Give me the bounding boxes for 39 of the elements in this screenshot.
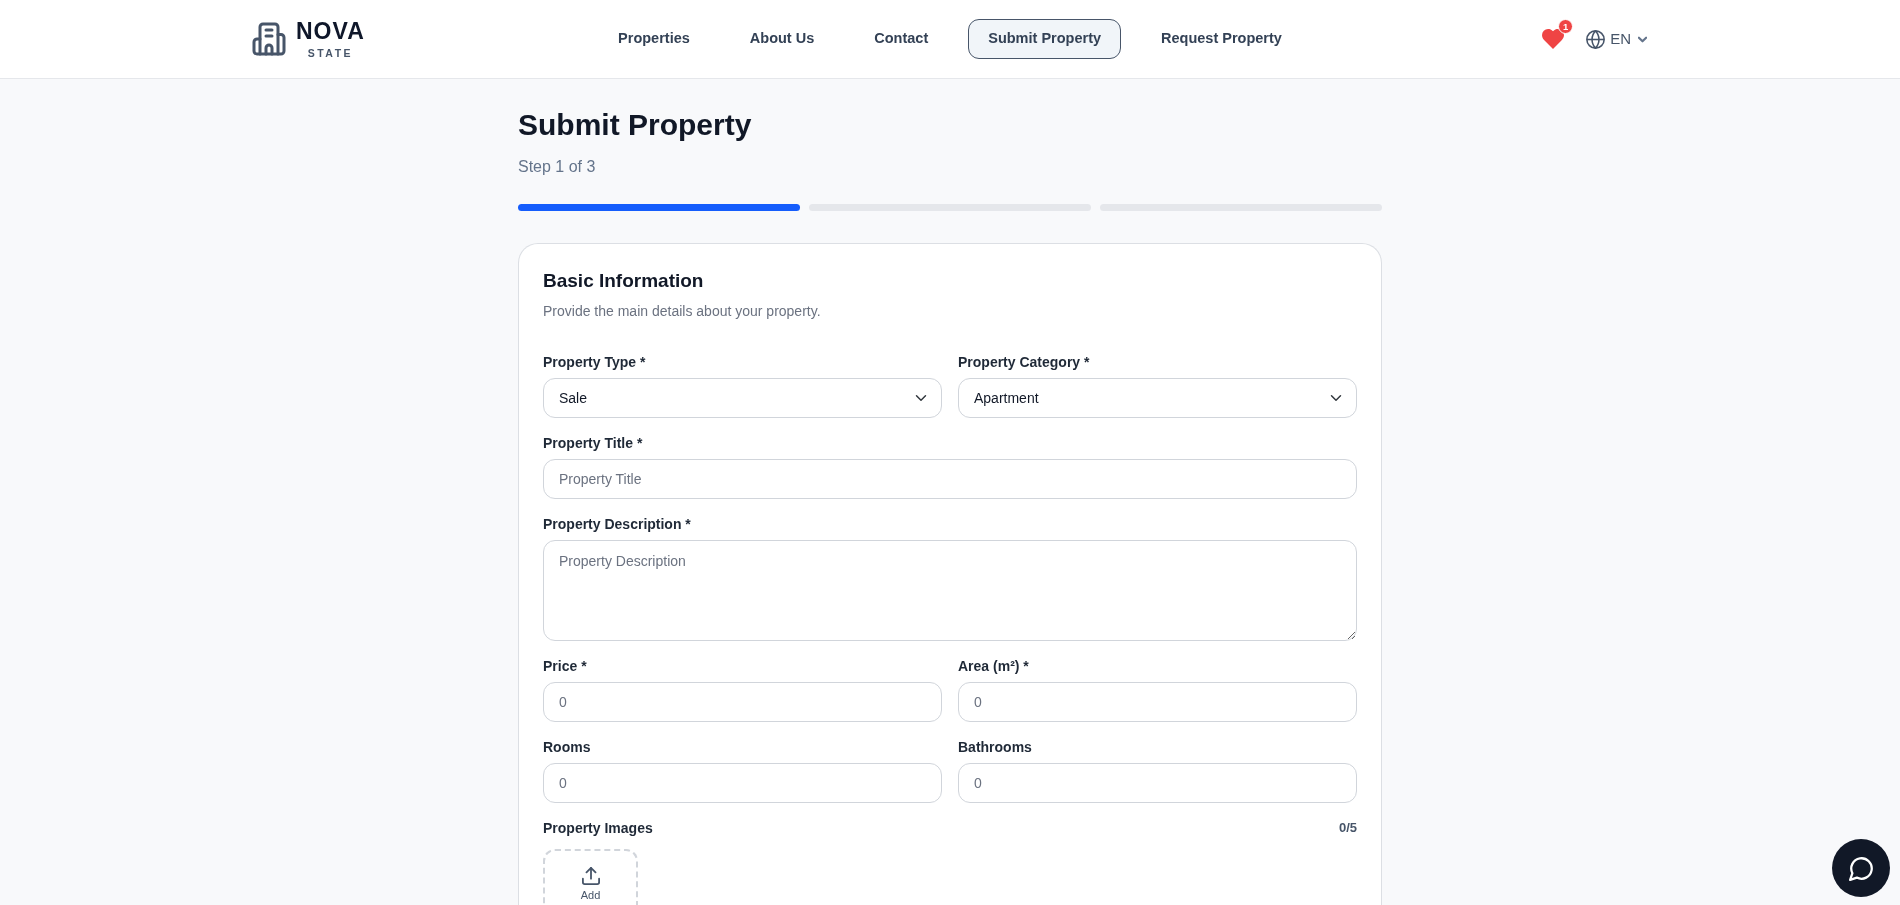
heart-icon[interactable] <box>1542 29 1565 49</box>
field-label: Bathrooms <box>958 738 1033 757</box>
select-field[interactable]: Apartment <box>958 378 1357 418</box>
nav-link[interactable]: Submit Property <box>968 19 1122 59</box>
logo-tagline: STATE <box>307 47 354 59</box>
select-field[interactable]: Sale <box>543 378 942 418</box>
section-subtitle: Provide the main details about your property. <box>543 302 822 321</box>
input-field[interactable]: 0 <box>543 763 942 803</box>
nav-link[interactable]: About Us <box>729 19 835 59</box>
input-field[interactable]: Property Title <box>543 459 1357 499</box>
field-label: Property Category * <box>958 353 1091 372</box>
input-field[interactable]: 0 <box>958 763 1357 803</box>
page-title: Submit Property <box>518 107 753 143</box>
add-image-button[interactable]: Add <box>543 849 638 905</box>
section-title: Basic Information <box>543 269 705 293</box>
input-field[interactable]: 0 <box>543 682 942 722</box>
language-selector[interactable]: EN <box>1586 27 1647 51</box>
images-counter: 0/5 <box>1338 819 1357 838</box>
textarea-field[interactable]: Property Description <box>543 540 1357 641</box>
field-label: Property Type * <box>543 353 647 372</box>
chat-button[interactable] <box>1832 839 1890 897</box>
favorites-count: 1 <box>1558 19 1574 34</box>
field-label: Property Title * <box>543 434 644 453</box>
nav-link[interactable]: Request Property <box>1141 19 1302 59</box>
field-label: Property Description * <box>543 515 692 534</box>
upload-icon <box>581 867 600 885</box>
caret-icon <box>1638 34 1647 44</box>
logo-title: NOVA <box>296 19 365 43</box>
images-label: Property Images <box>543 819 653 838</box>
nav-link[interactable]: Contact <box>854 19 949 59</box>
globe-icon <box>1586 29 1606 49</box>
step-indicator: Step 1 of 3 <box>518 157 597 177</box>
field-label: Area (m²) * <box>958 657 1030 676</box>
chat-bubble-icon <box>1848 855 1874 881</box>
building-logo-icon[interactable] <box>250 21 288 57</box>
field-label: Price * <box>543 657 588 676</box>
field-label: Rooms <box>543 738 592 757</box>
input-field[interactable]: 0 <box>958 682 1357 722</box>
nav-link[interactable]: Properties <box>598 19 710 59</box>
